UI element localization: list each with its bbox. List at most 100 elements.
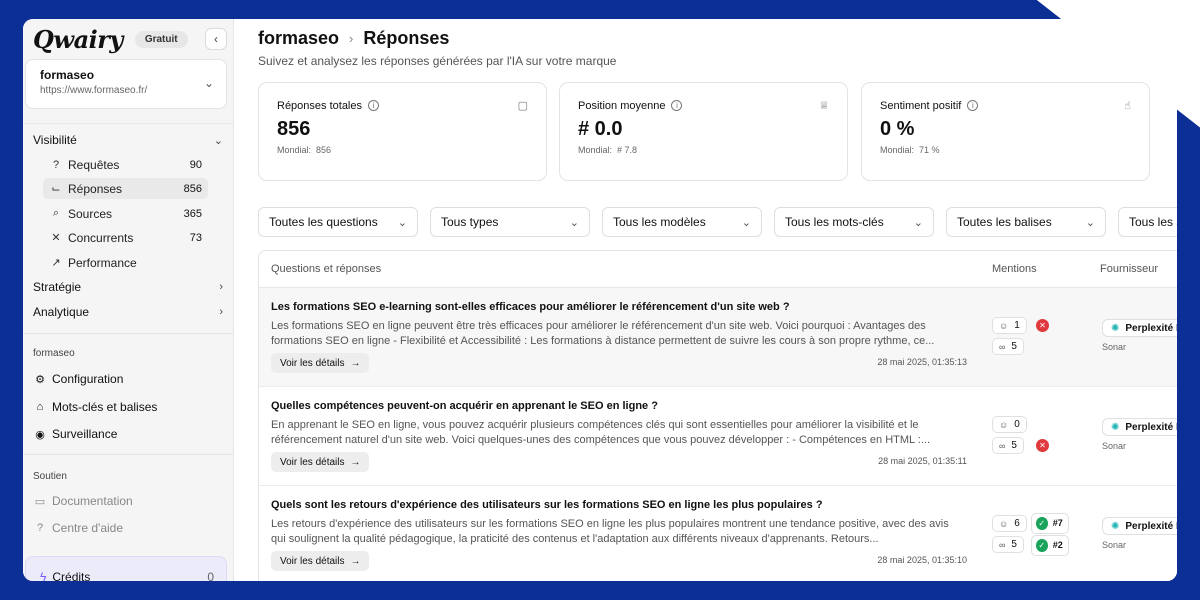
stat-card-position: Position moyenne i ♕ # 0.0 Mondial: # 7.8	[559, 82, 848, 181]
nav-configuration[interactable]: ⚙ Configuration	[33, 372, 223, 386]
filter-types[interactable]: Tous types ⌄	[430, 207, 590, 237]
provider-name: Perplexité IA	[1125, 520, 1177, 532]
sidebar-item-label: Performance	[68, 255, 137, 270]
info-icon[interactable]: i	[967, 100, 979, 111]
nav-link-label: Centre d'aide	[52, 521, 124, 535]
nav-link-label: Surveillance	[52, 427, 118, 441]
nav-group-visibilite[interactable]: Visibilité ⌄	[33, 133, 223, 147]
nav-surveillance[interactable]: ◉ Surveillance	[33, 427, 223, 441]
mention-rank: #7	[1052, 518, 1063, 528]
chevron-right-icon: ›	[219, 306, 223, 318]
filter-label: Tous les modèles	[613, 215, 706, 229]
sidebar-item-requetes[interactable]: ? Requêtes 90	[43, 154, 208, 175]
section-label-project: formaseo	[33, 348, 75, 359]
button-label: Voir les détails	[280, 456, 345, 468]
nav-group-strategie[interactable]: Stratégie ›	[33, 280, 223, 294]
check-circle-icon: ✓	[1036, 517, 1048, 530]
column-header-qa: Questions et réponses	[271, 263, 382, 275]
stat-value: # 0.0	[578, 118, 623, 140]
nav-link-label: Mots-clés et balises	[52, 400, 158, 414]
responses-table: Questions et réponses Mentions Fournisse…	[258, 250, 1177, 581]
link-icon: ∞	[999, 440, 1006, 451]
sidebar-item-count: 856	[183, 182, 202, 195]
stat-card-total: Réponses totales i ▢ 856 Mondial: 856	[258, 82, 547, 181]
links-pill: ∞ 5	[992, 437, 1024, 454]
stat-label: Position moyenne	[578, 99, 666, 112]
sidebar-item-label: Sources	[68, 206, 113, 221]
section-label-support: Soutien	[33, 471, 67, 482]
stat-global-value: 856	[316, 145, 332, 155]
view-details-button[interactable]: Voir les détails →	[271, 452, 370, 472]
link-icon: ∞	[999, 539, 1006, 550]
answer-excerpt: Les retours d'expérience des utilisateur…	[271, 518, 949, 545]
links-pill: ∞ 5	[992, 338, 1024, 355]
view-details-button[interactable]: Voir les détails →	[271, 551, 370, 571]
stat-value: 0 %	[880, 118, 915, 140]
stat-global: Mondial: 71 %	[880, 145, 1131, 155]
provider-model: Sonar	[1102, 342, 1127, 352]
nav-group-analytique[interactable]: Analytique ›	[33, 305, 223, 319]
divider	[23, 454, 233, 455]
sidebar-item-concurrents[interactable]: ✕ Concurrents 73	[43, 227, 208, 248]
nav-documentation[interactable]: ▭ Documentation	[33, 494, 223, 508]
button-label: Voir les détails	[280, 555, 345, 567]
search-icon: ⌕	[52, 207, 60, 219]
table-row[interactable]: Quelles compétences peuvent-on acquérir …	[259, 387, 1177, 486]
main-content: formaseo › Réponses Suivez et analysez l…	[234, 19, 1177, 581]
x-circle-icon: ✕	[1036, 439, 1049, 452]
chevron-left-icon: ‹	[214, 32, 218, 46]
stat-label: Réponses totales	[277, 99, 362, 112]
sidebar-item-performance[interactable]: ↗ Performance	[43, 252, 208, 273]
arrow-right-icon: →	[350, 555, 361, 567]
nav-link-label: Configuration	[52, 372, 124, 386]
stat-global: Mondial: # 7.8	[578, 145, 829, 155]
stat-value: 856	[277, 118, 311, 140]
project-selector[interactable]: formaseo https://www.formaseo.fr/ ⌄	[25, 59, 227, 109]
nav-centre-aide[interactable]: ? Centre d'aide	[33, 521, 223, 535]
column-header-mentions: Mentions	[992, 263, 1037, 275]
nav-group-label: Visibilité	[33, 133, 77, 147]
view-details-button[interactable]: Voir les détails →	[271, 353, 370, 373]
qwairy-logo[interactable]: Qwairy	[33, 25, 123, 54]
filter-label: Tous les mots-clés	[785, 215, 884, 229]
book-icon: ▭	[34, 495, 46, 508]
filter-tags[interactable]: Toutes les balises ⌄	[946, 207, 1106, 237]
provider-badge: ✺ Perplexité IA	[1102, 319, 1177, 337]
sidebar-item-reponses[interactable]: ⌙ Réponses 856	[43, 178, 208, 199]
filter-label: Tous les s	[1129, 215, 1177, 229]
divider	[23, 123, 233, 124]
credits-card[interactable]: ϟ Crédits 0	[25, 556, 227, 581]
stat-global: Mondial: 856	[277, 145, 528, 155]
lightning-icon: ϟ	[40, 570, 47, 581]
mention-rank-pill: ✓ #7	[1031, 513, 1069, 534]
breadcrumb: formaseo › Réponses	[258, 28, 449, 49]
users-icon: ☺	[999, 320, 1009, 331]
project-url: https://www.formaseo.fr/	[40, 85, 148, 96]
filter-questions[interactable]: Toutes les questions ⌄	[258, 207, 418, 237]
question-title: Les formations SEO e-learning sont-elles…	[271, 301, 790, 313]
provider-model: Sonar	[1102, 441, 1127, 451]
info-icon[interactable]: i	[671, 100, 683, 111]
filter-models[interactable]: Tous les modèles ⌄	[602, 207, 762, 237]
provider-badge: ✺ Perplexité IA	[1102, 418, 1177, 436]
nav-mots-cles[interactable]: ⌂ Mots-clés et balises	[33, 400, 223, 414]
trophy-icon: ♕	[819, 100, 829, 112]
info-icon[interactable]: i	[368, 100, 379, 111]
table-row[interactable]: Les formations SEO e-learning sont-elles…	[259, 288, 1177, 387]
sidebar-item-label: Requêtes	[68, 157, 120, 172]
answer-excerpt: Les formations SEO en ligne peuvent être…	[271, 320, 935, 347]
table-row[interactable]: Quels sont les retours d'expérience des …	[259, 486, 1177, 581]
collapse-sidebar-button[interactable]: ‹	[205, 28, 227, 50]
perplexity-icon: ✺	[1111, 421, 1120, 433]
sidebar: Qwairy Gratuit ‹ formaseo https://www.fo…	[23, 19, 234, 581]
arrow-right-icon: →	[350, 357, 361, 369]
filter-label: Tous types	[441, 215, 499, 229]
x-circle-icon: ✕	[1036, 319, 1049, 332]
breadcrumb-project[interactable]: formaseo	[258, 28, 339, 49]
filter-more[interactable]: Tous les s	[1118, 207, 1177, 237]
button-label: Voir les détails	[280, 357, 345, 369]
provider-name: Perplexité IA	[1125, 421, 1177, 433]
sidebar-item-sources[interactable]: ⌕ Sources 365	[43, 203, 208, 224]
filter-keywords[interactable]: Tous les mots-clés ⌄	[774, 207, 934, 237]
nav-group-label: Analytique	[33, 305, 90, 319]
